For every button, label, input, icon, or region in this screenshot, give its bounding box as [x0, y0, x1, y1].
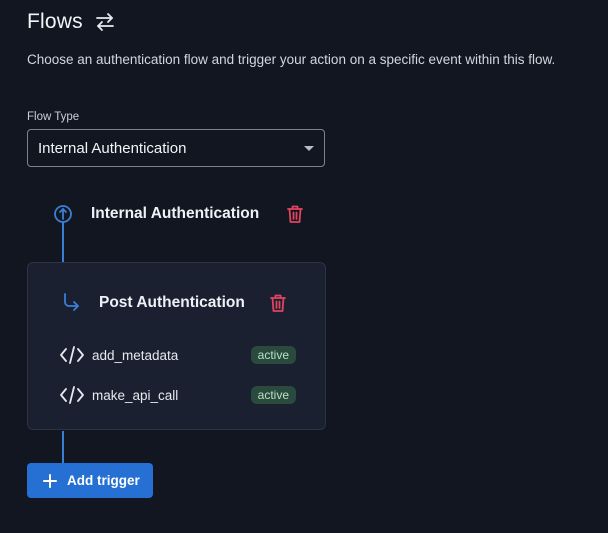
delete-flow-trash-icon[interactable]: [286, 204, 304, 224]
page-subtitle: Choose an authentication flow and trigge…: [27, 52, 556, 67]
swap-arrows-icon: [95, 13, 114, 31]
action-name: add_metadata: [92, 347, 179, 363]
timeline-connector: [62, 431, 64, 465]
flow-type-label: Flow Type: [27, 111, 80, 123]
dropdown-caret-icon: [304, 146, 314, 151]
action-name: make_api_call: [92, 387, 179, 403]
status-badge: active: [250, 386, 296, 404]
flow-node-icon: [54, 205, 72, 223]
flow-type-select[interactable]: Internal Authentication: [27, 129, 325, 167]
page-title: Flows: [27, 10, 83, 33]
event-name: Post Authentication: [99, 294, 245, 311]
event-arrow-icon: [64, 293, 79, 311]
page-header: Flows: [27, 10, 117, 34]
flow-type-value: Internal Authentication: [38, 139, 187, 157]
add-trigger-label: Add trigger: [67, 473, 140, 488]
status-badge: active: [250, 346, 296, 364]
timeline-connector: [62, 222, 64, 262]
code-icon: [60, 346, 84, 364]
code-icon: [60, 386, 84, 404]
action-row-make-api-call[interactable]: make_api_call active: [60, 384, 296, 406]
plus-icon: [43, 473, 57, 488]
flow-name: Internal Authentication: [91, 205, 260, 222]
add-trigger-button[interactable]: Add trigger: [27, 463, 153, 498]
action-row-add-metadata[interactable]: add_metadata active: [60, 344, 296, 366]
delete-event-trash-icon[interactable]: [269, 293, 287, 313]
